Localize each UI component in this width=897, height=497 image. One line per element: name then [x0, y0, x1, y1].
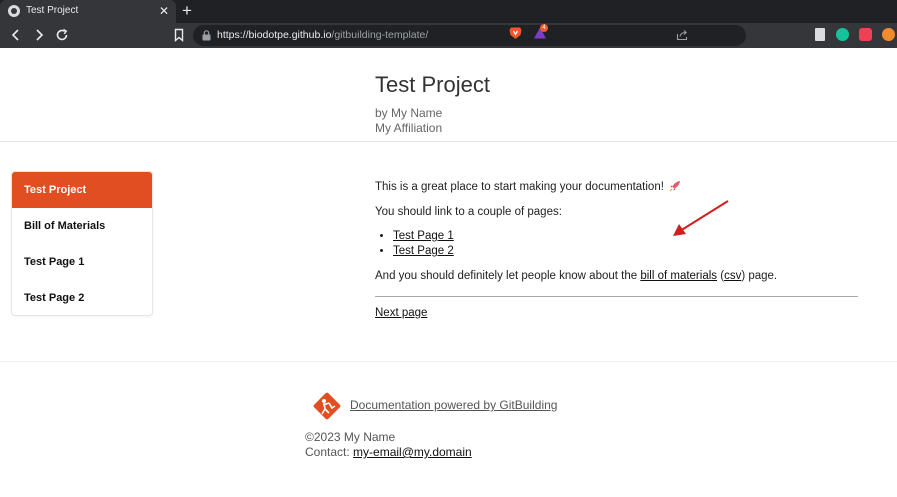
reading-list-icon[interactable] [815, 28, 825, 41]
reload-icon[interactable] [54, 27, 70, 43]
annotation-arrow [673, 200, 729, 236]
address-bar[interactable]: https://biodotpe.github.io/gitbuilding-t… [193, 25, 746, 46]
new-tab-button[interactable]: + [182, 1, 192, 21]
web-page: Test Project by My Name My Affiliation T… [0, 48, 897, 497]
content-divider [375, 296, 858, 297]
grammarly-icon[interactable] [836, 28, 849, 41]
page-link-list: Test Page 1 Test Page 2 [393, 230, 454, 260]
gitbuilding-logo-icon[interactable] [311, 390, 343, 422]
powered-by-text: Documentation powered by GitBuilding [350, 398, 557, 412]
csv-link[interactable]: csv [724, 270, 741, 282]
lock-icon [202, 30, 211, 41]
bookmark-icon[interactable] [171, 27, 187, 43]
close-tab-icon[interactable]: ✕ [159, 4, 169, 18]
url-text: https://biodotpe.github.io/gitbuilding-t… [217, 29, 429, 41]
gitbuilding-link[interactable]: Documentation powered by GitBuilding [350, 398, 557, 412]
globe-icon [8, 5, 20, 17]
contact-email-link[interactable]: my-email@my.domain [353, 445, 472, 459]
rocket-icon [669, 181, 680, 192]
footer-separator [0, 361, 897, 362]
list-item: Test Page 2 [393, 245, 454, 260]
sidebar-nav: Test Project Bill of Materials Test Page… [11, 171, 153, 316]
sidebar-item-test-page-2[interactable]: Test Page 2 [12, 280, 152, 315]
site-title: Test Project [375, 72, 490, 97]
bom-paragraph: And you should definitely let people kno… [375, 270, 778, 282]
list-item: Test Page 1 [393, 230, 454, 245]
pocket-icon[interactable] [859, 28, 872, 41]
sidebar-item-test-project[interactable]: Test Project [12, 172, 152, 208]
share-icon[interactable] [676, 29, 688, 41]
browser-tab[interactable]: Test Project ✕ [0, 0, 176, 23]
site-author: by My Name [375, 106, 443, 120]
brave-shield-icon[interactable] [509, 26, 522, 40]
copyright-text: ©2023 My Name [305, 430, 396, 444]
sidebar-item-bill-of-materials[interactable]: Bill of Materials [12, 208, 152, 244]
browser-tab-bar: Test Project ✕ + [0, 0, 897, 23]
site-header: Test Project by My Name My Affiliation [0, 48, 897, 142]
browser-toolbar: https://biodotpe.github.io/gitbuilding-t… [0, 23, 897, 48]
sidebar-item-test-page-1[interactable]: Test Page 1 [12, 244, 152, 280]
contact-line: Contact: my-email@my.domain [305, 445, 472, 459]
test-page-1-link[interactable]: Test Page 1 [393, 230, 454, 242]
tab-title: Test Project [26, 5, 79, 16]
extension-icon[interactable] [882, 28, 895, 41]
forward-icon[interactable] [31, 27, 47, 43]
next-page-link[interactable]: Next page [375, 307, 427, 319]
link-prompt: You should link to a couple of pages: [375, 206, 562, 218]
test-page-2-link[interactable]: Test Page 2 [393, 245, 454, 257]
rewards-badge: 4 [540, 24, 548, 32]
bill-of-materials-link[interactable]: bill of materials [640, 270, 717, 282]
back-icon[interactable] [8, 27, 24, 43]
site-affiliation: My Affiliation [375, 121, 443, 135]
intro-paragraph: This is a great place to start making yo… [375, 180, 681, 193]
